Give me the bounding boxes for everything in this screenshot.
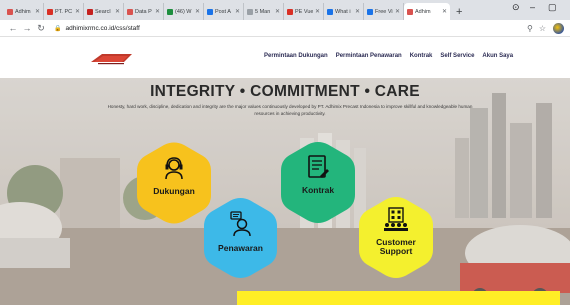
tab-title: PE Vue	[295, 8, 313, 15]
browser-tab-active[interactable]: Adhim ✕	[404, 3, 450, 20]
browser-tab[interactable]: PT. PC ✕	[44, 3, 84, 20]
tab-title: What i	[335, 8, 351, 15]
headset-agent-icon	[165, 157, 183, 180]
tab-close-icon[interactable]: ✕	[235, 8, 240, 15]
tile-penawaran-label: Penawaran	[218, 243, 263, 253]
tile-dukungan[interactable]: Dukungan	[137, 142, 211, 224]
browser-tab[interactable]: Data P ✕	[124, 3, 164, 20]
chat-person-icon	[230, 211, 251, 237]
new-tab-button[interactable]: +	[450, 3, 468, 20]
url-text: adhimixrmc.co.id/css/staff	[65, 24, 140, 32]
tile-customer-support-label-line2: Support	[379, 246, 413, 256]
tab-favicon-icon	[7, 8, 13, 15]
site-header: Permintaan Dukungan Permintaan Penawaran…	[0, 38, 570, 78]
address-bar[interactable]: 🔒 adhimixrmc.co.id/css/staff	[54, 22, 521, 35]
browser-tab[interactable]: PE Vue ✕	[284, 3, 324, 20]
tab-title: Searcl	[95, 8, 111, 15]
browser-tab[interactable]: Post A ✕	[204, 3, 244, 20]
hero-subtext: Honesty, hard work, discipline, dedicati…	[107, 104, 473, 116]
forward-icon[interactable]: →	[20, 23, 34, 33]
browser-tab[interactable]: Searcl ✕	[84, 3, 124, 20]
browser-tab[interactable]: Adhim ✕	[4, 3, 44, 20]
hero-section: INTEGRITY • COMMITMENT • CARE Honesty, h…	[0, 78, 570, 305]
lock-icon: 🔒	[54, 25, 62, 32]
nav-self-service[interactable]: Self Service	[440, 53, 474, 59]
browser-tab[interactable]: 5 Man ✕	[244, 3, 284, 20]
tab-close-icon[interactable]: ✕	[195, 8, 200, 15]
tab-favicon-icon	[367, 8, 373, 15]
tab-favicon-icon	[87, 8, 93, 15]
tab-favicon-icon	[247, 8, 253, 15]
tab-close-icon[interactable]: ✕	[35, 8, 40, 15]
tile-kontrak-label: Kontrak	[301, 185, 335, 195]
tab-title: Adhim	[15, 8, 31, 15]
tile-customer-support[interactable]: Customer Support	[359, 196, 433, 279]
adhimix-logo[interactable]	[88, 50, 134, 66]
tile-dukungan-label: Dukungan	[153, 186, 195, 196]
tab-close-icon[interactable]: ✕	[442, 8, 447, 15]
nav-permintaan-penawaran[interactable]: Permintaan Penawaran	[336, 53, 402, 59]
nav-permintaan-dukungan[interactable]: Permintaan Dukungan	[264, 53, 328, 59]
search-icon[interactable]: ⚲	[527, 24, 533, 33]
tab-title: Adhim	[415, 8, 431, 15]
tab-title: (46) W	[175, 8, 192, 15]
tab-favicon-icon	[407, 8, 413, 15]
restore-icon[interactable]: ▢	[548, 2, 557, 13]
tab-close-icon[interactable]: ✕	[115, 8, 120, 15]
tab-title: 5 Man	[255, 8, 271, 15]
window-minimize-button[interactable]: –	[530, 2, 535, 12]
building-people-icon	[384, 207, 408, 231]
tab-favicon-icon	[127, 8, 133, 15]
tab-favicon-icon	[327, 8, 333, 15]
reload-icon[interactable]: ↻	[34, 23, 48, 34]
back-icon[interactable]: ←	[6, 23, 20, 33]
tab-close-icon[interactable]: ✕	[395, 8, 400, 15]
nav-kontrak[interactable]: Kontrak	[410, 53, 433, 59]
tab-close-icon[interactable]: ✕	[315, 8, 320, 15]
hexagon-yellow	[137, 142, 211, 224]
tab-favicon-icon	[287, 8, 293, 15]
accent-bar	[237, 291, 560, 305]
contract-document-icon	[308, 155, 329, 178]
bookmark-star-icon[interactable]: ☆	[539, 24, 546, 33]
nav-akun-saya[interactable]: Akun Saya	[482, 53, 513, 59]
tab-title: Post A	[215, 8, 231, 15]
tab-close-icon[interactable]: ✕	[155, 8, 160, 15]
tab-title: Free Vi	[375, 8, 393, 15]
hero-headline: INTEGRITY • COMMITMENT • CARE	[150, 83, 420, 100]
tab-title: PT. PC	[55, 8, 73, 15]
tab-favicon-icon	[47, 8, 53, 15]
browser-tab-strip: Adhim ✕ PT. PC ✕ Searcl ✕ Data P ✕ (46) W ✕ Post A…	[0, 0, 570, 20]
tab-title: Data P	[135, 8, 152, 15]
minimize-icon[interactable]: ⊙	[512, 2, 520, 13]
browser-tab[interactable]: Free Vi ✕	[364, 3, 404, 20]
tab-close-icon[interactable]: ✕	[355, 8, 360, 15]
hexagon-blue	[204, 198, 277, 278]
browser-tab[interactable]: (46) W ✕	[164, 3, 204, 20]
tab-favicon-icon	[167, 8, 173, 15]
profile-avatar[interactable]	[553, 22, 564, 34]
main-navigation: Permintaan Dukungan Permintaan Penawaran…	[264, 53, 513, 59]
browser-tab[interactable]: What i ✕	[324, 3, 364, 20]
tile-kontrak[interactable]: Kontrak	[281, 141, 355, 224]
tile-penawaran[interactable]: Penawaran	[204, 197, 277, 279]
tile-customer-support-label: Customer Support	[359, 238, 433, 256]
tab-close-icon[interactable]: ✕	[75, 8, 80, 15]
tab-favicon-icon	[207, 8, 213, 15]
tab-close-icon[interactable]: ✕	[275, 8, 280, 15]
browser-toolbar: ← → ↻ 🔒 adhimixrmc.co.id/css/staff ⚲ ☆	[0, 20, 570, 37]
